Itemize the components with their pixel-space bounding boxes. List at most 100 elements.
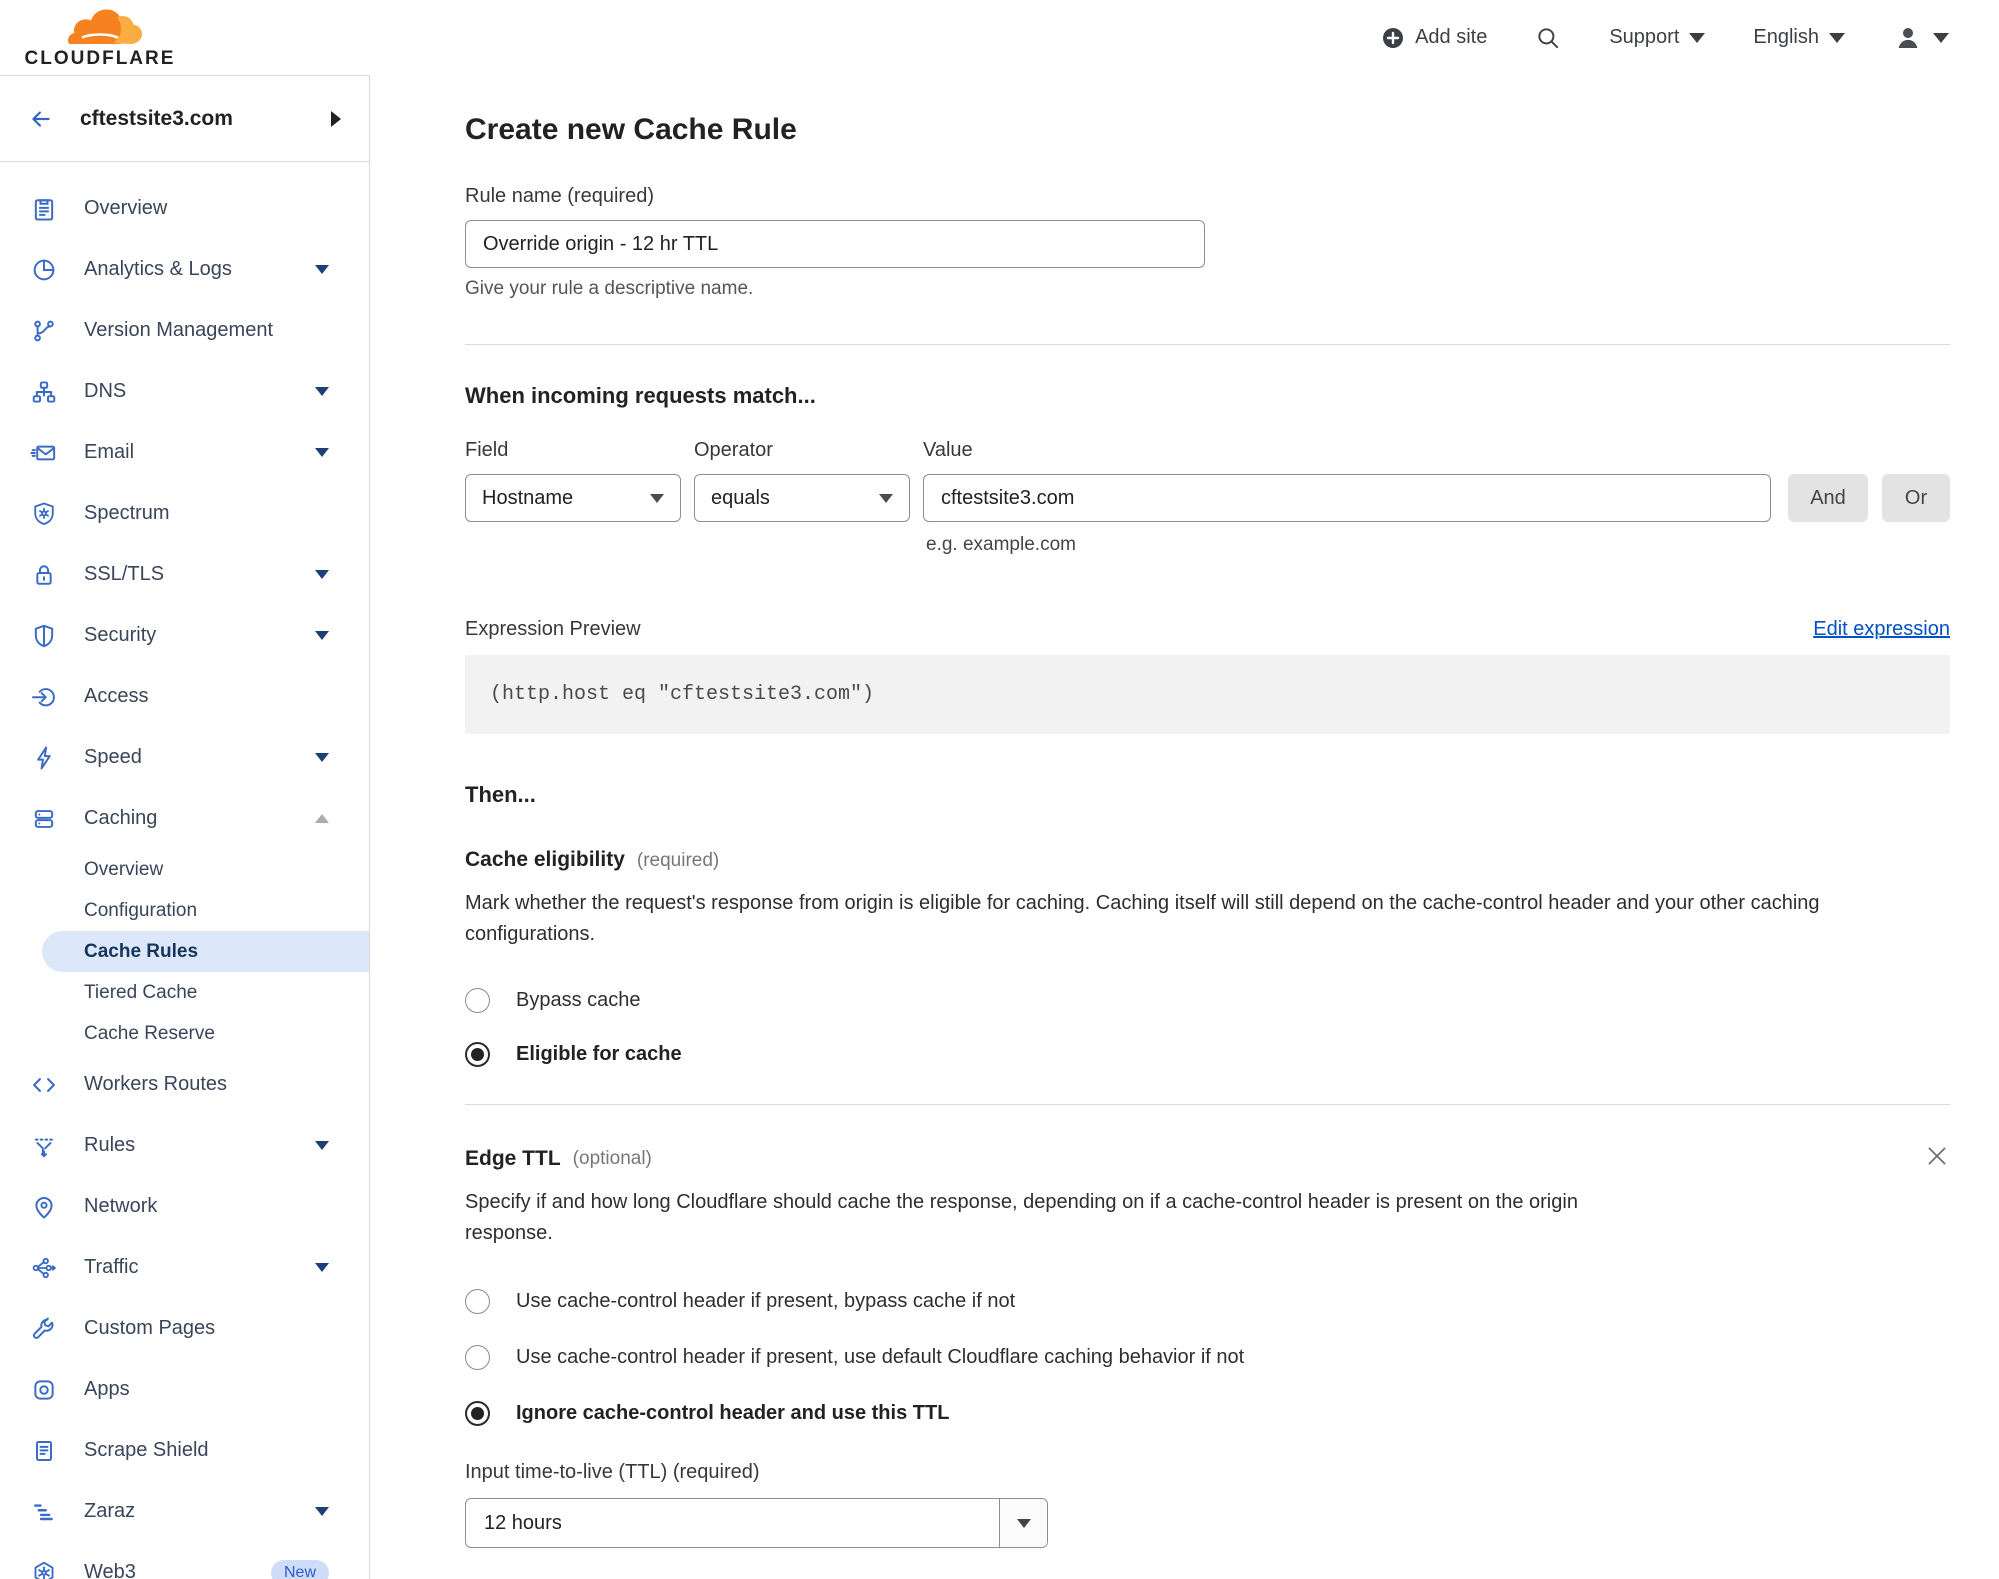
sidebar-item-label: Network: [84, 1195, 158, 1217]
bypass-cache-option[interactable]: Bypass cache: [465, 986, 1950, 1014]
sidebar-item-analytics-logs[interactable]: Analytics & Logs: [0, 239, 369, 300]
close-edge-ttl-button[interactable]: [1924, 1143, 1950, 1174]
expression-preview-label: Expression Preview: [465, 618, 641, 640]
eligible-for-cache-label: Eligible for cache: [516, 1042, 682, 1065]
radio-unselected[interactable]: [465, 1344, 490, 1370]
sidebar-subitem-tiered-cache[interactable]: Tiered Cache: [0, 972, 369, 1013]
sidebar-subitem-cache-reserve[interactable]: Cache Reserve: [0, 1013, 369, 1054]
operator-label: Operator: [694, 439, 773, 461]
operator-column: Operator equals: [694, 439, 910, 522]
sidebar-item-apps[interactable]: Apps: [0, 1359, 369, 1420]
sidebar-item-custom-pages[interactable]: Custom Pages: [0, 1298, 369, 1359]
sidebar-subitem-cache-rules[interactable]: Cache Rules: [42, 931, 369, 972]
sidebar-subitem-label: Overview: [84, 858, 164, 880]
chevron-down-icon[interactable]: [315, 265, 329, 274]
section-divider: [465, 1104, 1950, 1105]
eligible-for-cache-option[interactable]: Eligible for cache: [465, 1040, 1950, 1068]
document-icon: [30, 1437, 64, 1465]
sidebar-item-label: Apps: [84, 1378, 130, 1400]
sidebar-item-label: Spectrum: [84, 502, 170, 524]
language-menu[interactable]: English: [1753, 26, 1845, 49]
rule-name-input[interactable]: [465, 220, 1205, 268]
main-content: Create new Cache Rule Rule name (require…: [370, 75, 1999, 1579]
sidebar-item-label: Caching: [84, 807, 158, 829]
sidebar-item-ssl-tls[interactable]: SSL/TLS: [0, 544, 369, 605]
sidebar-item-traffic[interactable]: Traffic: [0, 1237, 369, 1298]
search-button[interactable]: [1535, 25, 1561, 51]
sidebar-item-label: Access: [84, 685, 149, 707]
support-menu[interactable]: Support: [1609, 26, 1706, 49]
site-switcher[interactable]: cftestsite3.com: [0, 76, 369, 162]
sidebar-item-workers-routes[interactable]: Workers Routes: [0, 1054, 369, 1115]
lock-icon: [30, 561, 64, 589]
chevron-up-icon[interactable]: [315, 814, 329, 823]
edge-ttl-option-3[interactable]: Ignore cache-control header and use this…: [465, 1399, 1950, 1427]
edge-ttl-option-3-label: Ignore cache-control header and use this…: [516, 1401, 950, 1424]
sidebar-item-scrape-shield[interactable]: Scrape Shield: [0, 1420, 369, 1481]
match-heading: When incoming requests match...: [465, 383, 816, 408]
field-label: Field: [465, 439, 509, 461]
sidebar-item-access[interactable]: Access: [0, 666, 369, 727]
sidebar-item-email[interactable]: Email: [0, 422, 369, 483]
sidebar-item-label: Version Management: [84, 319, 274, 341]
shield-icon: [30, 622, 64, 650]
chevron-down-icon: [879, 493, 893, 503]
sidebar-subitem-caching-overview[interactable]: Overview: [0, 849, 369, 890]
top-bar: CLOUDFLARE Add site Support English: [0, 0, 1999, 75]
edge-ttl-option-1[interactable]: Use cache-control header if present, byp…: [465, 1287, 1950, 1315]
radio-selected[interactable]: [465, 1400, 490, 1426]
sidebar-item-overview[interactable]: Overview: [0, 178, 369, 239]
operator-select[interactable]: equals: [694, 474, 910, 522]
sidebar-item-dns[interactable]: DNS: [0, 361, 369, 422]
chevron-down-icon[interactable]: [315, 570, 329, 579]
radio-unselected[interactable]: [465, 987, 490, 1013]
chevron-down-icon[interactable]: [315, 1507, 329, 1516]
ttl-select-dropdown-button[interactable]: [999, 1499, 1047, 1547]
sidebar-item-rules[interactable]: Rules: [0, 1115, 369, 1176]
expression-code: (http.host eq "cftestsite3.com"): [465, 655, 1950, 734]
cloudflare-wordmark: CLOUDFLARE: [24, 47, 176, 69]
chevron-down-icon[interactable]: [315, 1263, 329, 1272]
edit-expression-link[interactable]: Edit expression: [1813, 618, 1950, 641]
cache-eligibility-heading: Cache eligibility: [465, 848, 625, 871]
sidebar-item-label: Email: [84, 441, 135, 463]
sidebar-item-speed[interactable]: Speed: [0, 727, 369, 788]
sidebar-item-label: Zaraz: [84, 1500, 136, 1522]
and-button[interactable]: And: [1788, 474, 1868, 522]
field-select[interactable]: Hostname: [465, 474, 681, 522]
sidebar-item-security[interactable]: Security: [0, 605, 369, 666]
value-hint: e.g. example.com: [926, 534, 1076, 555]
chevron-down-icon[interactable]: [315, 387, 329, 396]
chevron-right-icon[interactable]: [331, 110, 341, 127]
bars-icon: [30, 1498, 64, 1526]
sidebar-item-web3[interactable]: Web3 New: [0, 1542, 369, 1579]
chevron-down-icon[interactable]: [315, 448, 329, 457]
sidebar-subitem-configuration[interactable]: Configuration: [0, 890, 369, 931]
value-input[interactable]: [923, 474, 1771, 522]
or-button[interactable]: Or: [1882, 474, 1950, 522]
ttl-select[interactable]: 12 hours: [465, 1498, 1048, 1548]
clipboard-icon: [30, 195, 64, 223]
edge-ttl-option-2-label: Use cache-control header if present, use…: [516, 1345, 1245, 1368]
sidebar-item-caching[interactable]: Caching: [0, 788, 369, 849]
cloudflare-logo[interactable]: CLOUDFLARE: [20, 6, 180, 70]
chevron-down-icon: [1933, 32, 1949, 43]
chevron-down-icon[interactable]: [315, 753, 329, 762]
sidebar-item-version-management[interactable]: Version Management: [0, 300, 369, 361]
expression-row: Expression Preview Edit expression: [465, 618, 1950, 641]
radio-selected[interactable]: [465, 1041, 490, 1067]
web3-icon: [30, 1559, 64, 1579]
chevron-down-icon[interactable]: [315, 1141, 329, 1150]
sidebar-item-label: Analytics & Logs: [84, 258, 232, 280]
bypass-cache-label: Bypass cache: [516, 988, 641, 1011]
add-site-button[interactable]: Add site: [1381, 26, 1487, 50]
account-menu[interactable]: [1893, 23, 1949, 53]
edge-ttl-option-2[interactable]: Use cache-control header if present, use…: [465, 1343, 1950, 1371]
server-stack-icon: [30, 805, 64, 833]
sidebar-item-spectrum[interactable]: Spectrum: [0, 483, 369, 544]
sidebar-item-zaraz[interactable]: Zaraz: [0, 1481, 369, 1542]
chevron-down-icon[interactable]: [315, 631, 329, 640]
sidebar-item-network[interactable]: Network: [0, 1176, 369, 1237]
back-arrow-icon[interactable]: [26, 106, 56, 132]
radio-unselected[interactable]: [465, 1288, 490, 1314]
